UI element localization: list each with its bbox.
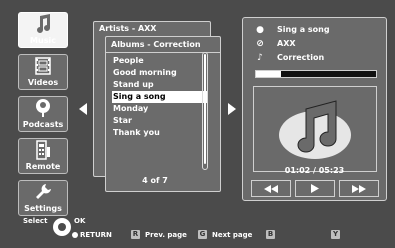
next-page-label: Next page	[212, 231, 253, 239]
disc-icon: ⊘	[256, 38, 264, 49]
previous-icon	[264, 184, 278, 193]
artist-row: ⊘ AXX	[253, 38, 296, 49]
nav-label-podcasts: Podcasts	[22, 120, 64, 129]
list-scrollbar[interactable]	[202, 52, 208, 170]
next-icon	[352, 184, 366, 193]
person-icon: ●	[256, 24, 264, 35]
artists-panel-title: Artists - AXX	[99, 24, 157, 33]
music-note-icon	[37, 14, 50, 33]
list-item[interactable]: People	[112, 55, 208, 67]
song-title: Sing a song	[277, 25, 330, 34]
remote-icon	[36, 140, 50, 160]
list-item[interactable]: Monday	[112, 103, 208, 115]
list-item[interactable]: Good morning	[112, 67, 208, 79]
albums-panel-title: Albums - Correction	[106, 37, 220, 53]
nav-label-music: Music	[30, 36, 56, 45]
scrollbar-thumb[interactable]	[204, 54, 206, 164]
next-button[interactable]	[339, 180, 379, 197]
left-arrow-icon[interactable]	[79, 103, 87, 115]
album-row: ♪ Correction	[253, 52, 324, 63]
right-arrow-icon[interactable]	[228, 103, 236, 115]
media-browser-screen: Music Videos Podcasts Remote Settings Ar…	[0, 0, 395, 248]
red-key: R	[131, 230, 140, 239]
dpad-icon	[53, 218, 71, 236]
nav-item-settings[interactable]: Settings	[18, 180, 68, 216]
page-indicator: 4 of 7	[142, 176, 168, 185]
nav-item-remote[interactable]: Remote	[18, 138, 68, 174]
progress-fill	[256, 71, 282, 77]
blue-key: B	[266, 230, 275, 239]
nav-label-remote: Remote	[25, 162, 61, 171]
album-name: Correction	[277, 53, 325, 62]
prev-page-label: Prev. page	[145, 231, 187, 239]
select-label: Select	[23, 217, 48, 225]
list-item[interactable]: Stand up	[112, 79, 208, 91]
time-display: 01:02 / 05:23	[284, 166, 345, 175]
nav-item-videos[interactable]: Videos	[18, 54, 68, 90]
list-item[interactable]: Star	[112, 115, 208, 127]
now-playing-panel: ● Sing a song ⊘ AXX ♪ Correction 01:02 /…	[242, 17, 387, 201]
nav-item-music[interactable]: Music	[18, 12, 68, 48]
note-icon: ♪	[257, 52, 263, 63]
nav-item-podcasts[interactable]: Podcasts	[18, 96, 68, 132]
list-item-selected[interactable]: Sing a song	[112, 91, 208, 103]
play-button[interactable]	[295, 180, 335, 197]
play-icon	[311, 184, 319, 193]
film-icon	[35, 57, 51, 75]
list-item[interactable]: Thank you	[112, 127, 208, 139]
music-notes-art-icon	[279, 100, 351, 159]
return-label: RETURN	[80, 231, 112, 239]
previous-button[interactable]	[251, 180, 291, 197]
wrench-icon	[36, 184, 51, 199]
green-key: G	[198, 230, 207, 239]
album-art	[253, 86, 377, 172]
artist-name: AXX	[277, 39, 296, 48]
button-legend: Select OK RETURN R Prev. page G Next pag…	[0, 212, 395, 248]
ok-label: OK	[74, 217, 86, 225]
podcast-icon	[36, 99, 50, 117]
yellow-key: Y	[331, 230, 340, 239]
song-list: People Good morning Stand up Sing a song…	[112, 55, 208, 139]
return-dot-icon	[72, 232, 78, 238]
progress-bar	[255, 70, 377, 78]
nav-label-videos: Videos	[27, 78, 59, 87]
song-row: ● Sing a song	[253, 24, 330, 35]
